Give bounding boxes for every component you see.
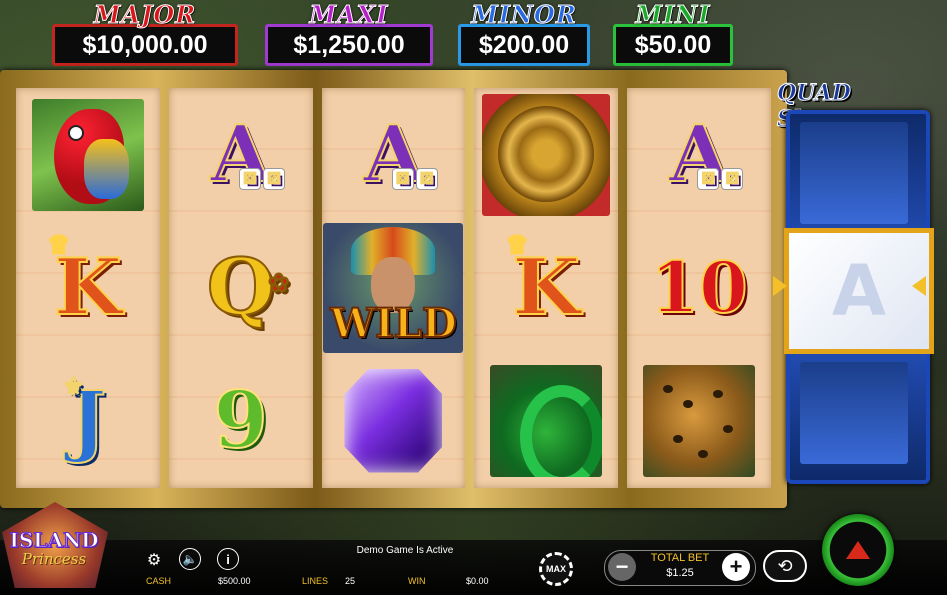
symbol-aztec-calendar — [474, 88, 618, 221]
rose-icon: ✿ — [268, 267, 290, 297]
symbol-j: ⚜ J — [16, 354, 160, 487]
symbol-a: A ⚃ ⚂ — [322, 88, 466, 221]
autoplay-icon: ⟲ — [777, 555, 793, 576]
reel-4: ♛ K — [474, 88, 619, 488]
spin-icon — [846, 541, 870, 559]
crown-icon: ♛ — [47, 229, 70, 259]
lines-value: 25 — [345, 576, 356, 586]
symbol-9: 9 — [169, 354, 313, 487]
ocelot-icon — [643, 364, 756, 477]
fleur-de-lis-icon: ⚜ — [62, 373, 84, 400]
parrot-icon — [31, 98, 144, 211]
total-bet-label: TOTAL BET — [650, 552, 710, 564]
dice-icon: ⚃ ⚂ — [391, 167, 438, 190]
symbol-k: ♛ K — [474, 221, 618, 354]
cash-label: CASH — [146, 576, 172, 586]
lines-label: LINES — [302, 576, 329, 586]
wild-label: WILD — [329, 299, 457, 348]
snake-icon — [490, 364, 603, 477]
total-bet-value: $1.25 — [666, 567, 694, 579]
quad-shot-left-arrow-icon — [773, 276, 787, 296]
dice-icon: ⚃ ⚂ — [238, 167, 285, 190]
symbol-green-snake — [474, 354, 618, 487]
crown-icon: ♛ — [505, 229, 528, 259]
spin-button[interactable] — [822, 514, 894, 586]
reel-1: ♛ K ⚜ J — [16, 88, 160, 488]
autoplay-button[interactable]: ⟲ — [763, 550, 807, 582]
jackpot-maxi-amount: $1,250.00 — [265, 24, 433, 66]
jackpot-maxi: MAXI $1,250.00 — [265, 1, 433, 66]
quad-shot-cell-top — [800, 122, 908, 224]
demo-status-text: Demo Game Is Active — [356, 545, 454, 556]
symbol-k: ♛ K — [16, 221, 160, 354]
symbol-ocelot — [627, 354, 771, 487]
symbol-a: A ⚃ ⚂ — [627, 88, 771, 221]
symbol-10: 10 — [627, 221, 771, 354]
symbol-a: A ⚃ ⚂ — [169, 88, 313, 221]
max-bet-button[interactable]: MAX — [539, 552, 573, 586]
cash-value: $500.00 — [218, 576, 251, 586]
reel-3: A ⚃ ⚂ WILD — [321, 88, 466, 488]
jackpot-minor-title: MINOR — [471, 0, 577, 29]
increase-bet-button[interactable]: + — [722, 553, 750, 581]
symbol-q-letter: Q — [206, 241, 276, 333]
purple-gem-icon — [344, 368, 443, 473]
quad-shot-logo: QUAD Shot — [777, 80, 852, 133]
reel-5: A ⚃ ⚂ 10 — [627, 88, 771, 488]
symbol-q: Q ✿ — [169, 221, 313, 354]
symbol-9-letter: 9 — [213, 374, 269, 466]
quad-shot-cell-bottom — [800, 362, 908, 464]
symbol-parrot — [16, 88, 160, 221]
jackpot-minor: MINOR $200.00 — [458, 0, 590, 66]
gear-icon[interactable]: ⚙ — [142, 548, 166, 572]
jackpot-mini-amount: $50.00 — [613, 24, 733, 66]
jackpot-major: MAJOR $10,000.00 — [52, 1, 238, 66]
symbol-purple-gem — [322, 354, 466, 487]
win-value: $0.00 — [466, 576, 489, 586]
quad-shot-right-arrow-icon — [912, 276, 926, 296]
jackpot-mini: MINI $50.00 — [613, 1, 733, 66]
aztec-calendar-icon — [482, 93, 611, 216]
dice-icon: ⚃ ⚂ — [697, 167, 744, 190]
game-logo-subtitle: Princess — [21, 550, 87, 568]
princess-icon: WILD — [323, 222, 464, 353]
reels-grid: ♛ K ⚜ J A ⚃ ⚂ Q ✿ 9 A ⚃ ⚂ WILD ♛ K A ⚃ ⚂… — [16, 88, 771, 488]
game-logo-title: ISLAND — [9, 528, 99, 553]
win-label: WIN — [408, 576, 426, 586]
info-icon[interactable]: i — [217, 548, 239, 570]
symbol-10-letter: 10 — [649, 245, 748, 329]
jackpot-major-amount: $10,000.00 — [52, 24, 238, 66]
symbol-wild-princess: WILD — [322, 221, 466, 354]
jackpot-minor-amount: $200.00 — [458, 24, 590, 66]
decrease-bet-button[interactable]: − — [608, 553, 636, 581]
speaker-icon[interactable]: 🔈 — [179, 548, 201, 570]
reel-2: A ⚃ ⚂ Q ✿ 9 — [168, 88, 313, 488]
